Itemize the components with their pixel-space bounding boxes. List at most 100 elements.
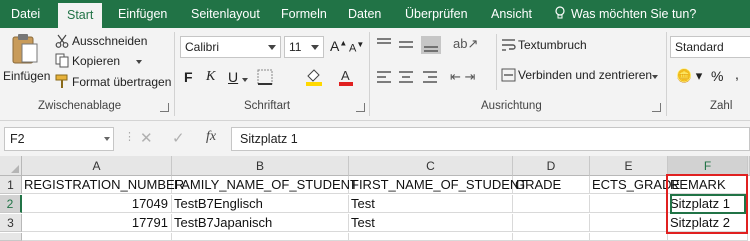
align-divider	[496, 34, 497, 90]
merge-center-button[interactable]: Verbinden und zentrieren	[501, 66, 663, 86]
tab-daten[interactable]: Daten	[348, 0, 381, 28]
svg-text:A: A	[341, 68, 350, 83]
cell-c1[interactable]: FIRST_NAME_OF_STUDENT	[349, 176, 527, 194]
column-header-c[interactable]: C	[349, 156, 513, 176]
wrap-text-button[interactable]: Textumbruch	[501, 36, 621, 56]
column-header-e[interactable]: E	[590, 156, 668, 176]
cell-d3[interactable]	[513, 214, 590, 232]
clipboard-launcher-icon[interactable]	[160, 103, 169, 112]
highlight-annotation-box	[666, 174, 748, 234]
vertical-align-icons[interactable]	[375, 36, 441, 54]
copy-label: Kopieren	[72, 54, 121, 68]
cell-d2[interactable]	[513, 195, 590, 213]
cut-button[interactable]: Ausschneiden	[54, 32, 164, 50]
comma-style-icon[interactable]: ,	[735, 66, 739, 82]
column-header-f[interactable]: F	[668, 156, 748, 176]
cell-e2[interactable]	[590, 195, 668, 213]
merge-center-icon	[501, 68, 516, 82]
row-header-4[interactable]	[0, 233, 22, 241]
cell-e1[interactable]: ECTS_GRADE	[590, 176, 680, 194]
tell-me-search[interactable]: Was möchten Sie tun?	[554, 0, 696, 28]
group-divider	[666, 32, 667, 116]
cell-b3[interactable]: TestB7Japanisch	[172, 214, 349, 232]
copy-icon	[55, 53, 69, 68]
percent-icon[interactable]: %	[711, 68, 723, 84]
cancel-entry-icon[interactable]: ✕	[140, 129, 153, 147]
cell-b1[interactable]: FAMILY_NAME_OF_STUDENT	[172, 176, 358, 194]
copy-button[interactable]: Kopieren	[54, 52, 164, 70]
align-middle-icon	[399, 41, 413, 48]
paste-button[interactable]: Einfügen	[2, 31, 50, 95]
copy-dropdown-arrow-icon[interactable]	[136, 60, 142, 64]
name-box-dropdown-icon[interactable]	[104, 137, 110, 141]
row-header-1[interactable]: 1	[0, 176, 22, 194]
cell-b2[interactable]: TestB7Englisch	[172, 195, 349, 213]
font-color-icon[interactable]: A	[338, 68, 354, 86]
underline-icon[interactable]: U	[228, 69, 238, 85]
alignment-launcher-icon[interactable]	[652, 103, 661, 112]
column-header-d[interactable]: D	[513, 156, 590, 176]
clipboard-group-label: Zwischenablage	[38, 100, 122, 112]
select-all-button[interactable]	[0, 156, 22, 176]
orientation-icon[interactable]: ab↗	[453, 36, 478, 52]
group-divider	[369, 32, 370, 116]
cell-c4[interactable]	[349, 233, 513, 241]
formula-input[interactable]: Sitzplatz 1	[231, 127, 750, 151]
cell-b4[interactable]	[172, 233, 349, 241]
clipboard-paste-icon	[12, 34, 38, 64]
number-format-select[interactable]: Standard	[670, 36, 750, 58]
decrease-font-icon[interactable]: A▼	[349, 40, 364, 55]
format-painter-icon	[55, 74, 68, 88]
cell-c3[interactable]: Test	[349, 214, 513, 232]
tab-datei[interactable]: Datei	[11, 0, 40, 28]
column-header-a[interactable]: A	[22, 156, 172, 176]
cell-a4[interactable]	[22, 233, 172, 241]
cell-e4[interactable]	[590, 233, 668, 241]
tab-ueberpruefen[interactable]: Überprüfen	[405, 0, 468, 28]
column-header-b[interactable]: B	[172, 156, 349, 176]
row-header-3[interactable]: 3	[0, 214, 22, 232]
cell-c2[interactable]: Test	[349, 195, 513, 213]
tab-start[interactable]: Start	[58, 3, 103, 28]
cell-a2[interactable]: 17049	[22, 195, 172, 213]
increase-font-icon[interactable]: A▲	[330, 38, 347, 54]
tab-einfuegen[interactable]: Einfügen	[118, 0, 167, 28]
confirm-entry-icon[interactable]: ✓	[172, 129, 185, 147]
tab-seitenlayout[interactable]: Seitenlayout	[191, 0, 260, 28]
accounting-format-icon[interactable]: 🪙 ▾	[676, 68, 702, 84]
font-group-label: Schriftart	[244, 100, 291, 112]
wrap-text-icon	[502, 39, 516, 51]
cell-d1[interactable]: GRADE	[513, 176, 590, 194]
underline-dropdown-icon[interactable]	[242, 78, 248, 82]
font-size-value: 11	[289, 40, 302, 54]
indent-icons[interactable]: ⇤ ⇥	[450, 69, 475, 85]
merge-dropdown-icon[interactable]	[652, 75, 658, 79]
cell-d4[interactable]	[513, 233, 590, 241]
worksheet-grid: A B C D E F 1 2 3 REGISTRATION_NUMBER FA…	[0, 156, 750, 241]
format-painter-button[interactable]: Format übertragen	[54, 73, 171, 91]
insert-function-icon[interactable]: fx	[206, 129, 216, 145]
number-group-label: Zahl	[710, 100, 733, 112]
horizontal-align-icons[interactable]	[375, 68, 441, 86]
row-header-2[interactable]: 2	[0, 195, 22, 213]
cell-e3[interactable]	[590, 214, 668, 232]
chevron-down-icon	[311, 45, 319, 50]
font-launcher-icon[interactable]	[356, 103, 365, 112]
font-name-value: Calibri	[185, 40, 220, 54]
name-box[interactable]: F2	[4, 127, 114, 151]
bold-icon[interactable]: F	[184, 69, 193, 85]
number-format-value: Standard	[675, 40, 724, 54]
cell-a3[interactable]: 17791	[22, 214, 172, 232]
borders-icon[interactable]	[257, 69, 273, 85]
tab-ansicht[interactable]: Ansicht	[491, 0, 532, 28]
cell-a1[interactable]: REGISTRATION_NUMBER	[22, 176, 184, 194]
tab-formeln[interactable]: Formeln	[281, 0, 327, 28]
font-name-select[interactable]: Calibri	[180, 36, 281, 58]
chevron-down-icon	[268, 45, 276, 50]
italic-icon[interactable]: K	[206, 69, 215, 85]
font-size-select[interactable]: 11	[284, 36, 324, 58]
cell-f4[interactable]	[668, 233, 748, 241]
more-options-icon: ⋮	[124, 131, 135, 143]
group-divider	[174, 32, 175, 116]
fill-color-icon[interactable]	[305, 68, 323, 86]
